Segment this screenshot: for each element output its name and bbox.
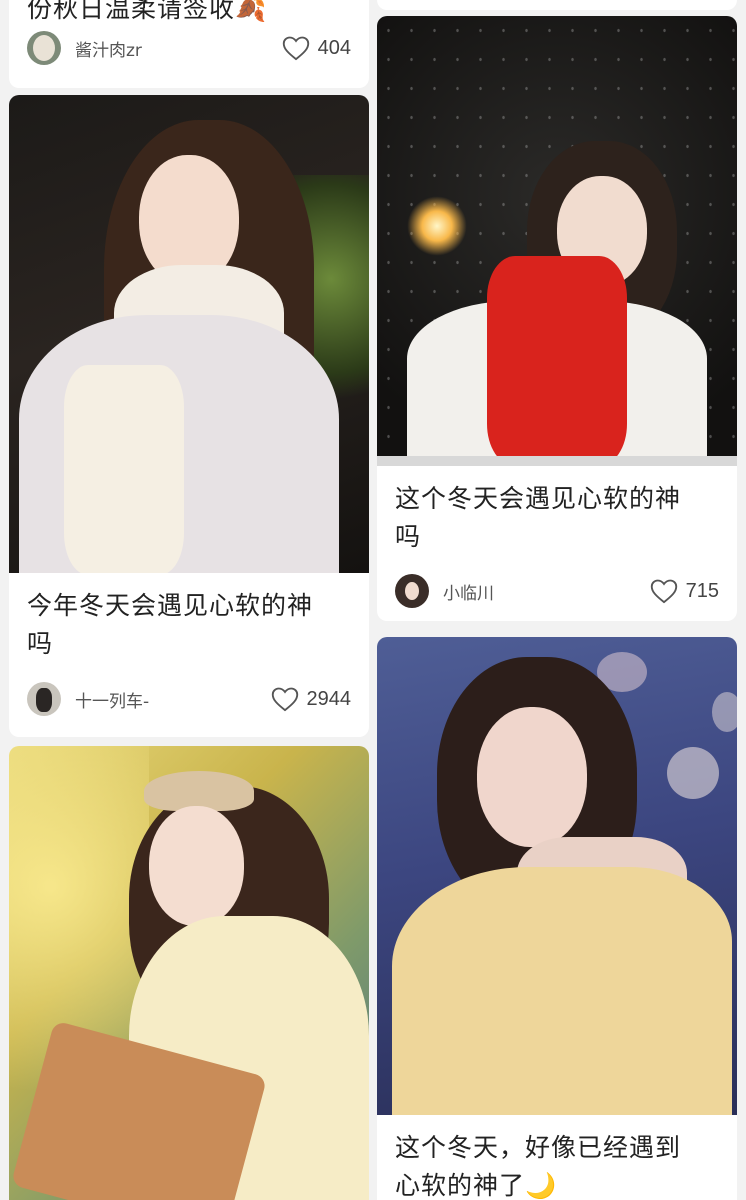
author-name[interactable]: 酱汁肉zr [75,36,282,61]
post-card[interactable] [9,746,369,1200]
post-card[interactable] [377,0,737,10]
post-title: 这个冬天会遇见心软的神 吗 [395,484,682,551]
author-name[interactable]: 十一列车- [75,687,271,712]
post-photo[interactable] [9,95,369,573]
user-avatar[interactable] [27,682,61,716]
like-button[interactable]: 404 [282,35,351,61]
post-photo[interactable] [377,16,737,466]
post-title: 份秋日温柔请签收🍂 [27,0,268,23]
post-card[interactable]: 份秋日温柔请签收🍂 酱汁肉zr 404 [9,0,369,88]
user-avatar[interactable] [395,574,429,608]
heart-outline-icon [271,687,298,712]
heart-outline-icon [282,36,309,61]
like-count: 715 [685,579,719,602]
like-count: 2944 [306,687,352,710]
post-card[interactable]: 这个冬天，好像已经遇到 心软的神了🌙 [377,637,737,1200]
post-photo[interactable] [9,746,369,1200]
post-meta: 十一列车- 2944 [27,679,351,719]
like-count: 404 [317,36,351,59]
author-name[interactable]: 小临川 [443,579,650,604]
heart-outline-icon [650,579,677,604]
post-title: 今年冬天会遇见心软的神 吗 [27,591,314,658]
like-button[interactable]: 2944 [271,686,352,712]
post-photo[interactable] [377,637,737,1115]
waterfall-feed: 份秋日温柔请签收🍂 酱汁肉zr 404 今年冬天会遇见心软的神 吗 十一列车- … [0,0,746,1200]
like-button[interactable]: 715 [650,578,719,604]
post-meta: 小临川 715 [395,571,719,611]
user-avatar[interactable] [27,31,61,65]
post-card[interactable]: 这个冬天会遇见心软的神 吗 小临川 715 [377,16,737,621]
post-meta: 酱汁肉zr 404 [27,28,351,68]
post-card[interactable]: 今年冬天会遇见心软的神 吗 十一列车- 2944 [9,95,369,737]
post-title: 这个冬天，好像已经遇到 心软的神了🌙 [395,1133,682,1200]
